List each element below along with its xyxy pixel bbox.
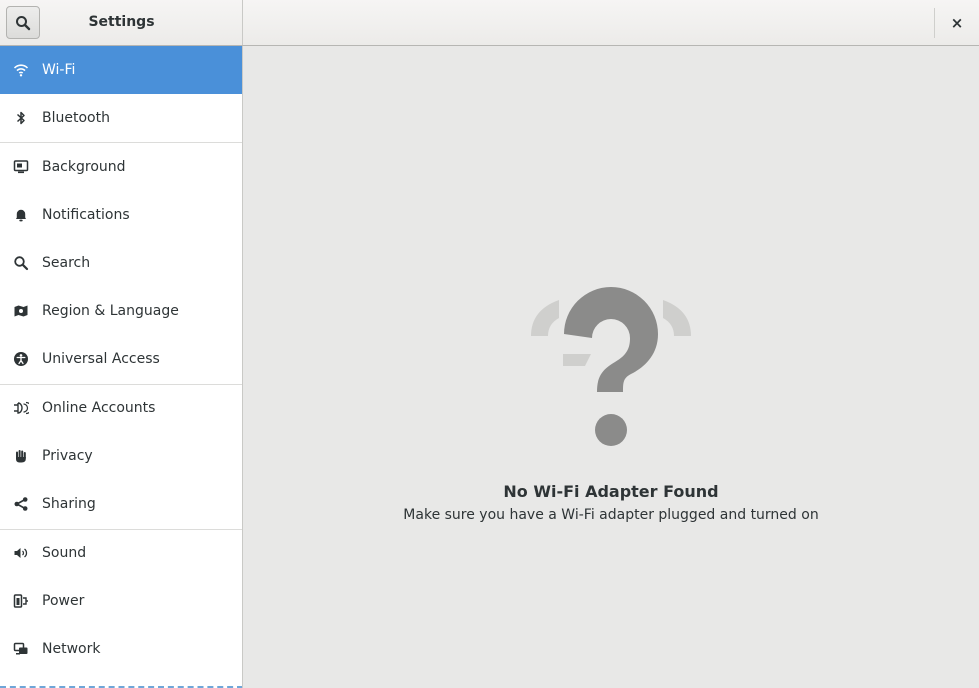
sidebar-item-label: Network [42,641,101,657]
wifi-icon [13,62,29,78]
sidebar-item-sharing[interactable]: Sharing [0,480,242,528]
empty-state-title: No Wi-Fi Adapter Found [503,482,719,501]
power-icon [13,593,29,609]
sidebar-item-label: Search [42,255,91,271]
sidebar-item-label: Notifications [42,207,130,223]
sidebar-item-label: Online Accounts [42,400,156,416]
bell-icon [13,207,29,223]
sidebar-item-label: Background [42,159,126,175]
accessibility-icon [13,351,29,367]
region-icon [13,303,29,319]
header-bar: Settings × [0,0,979,46]
sidebar-item-label: Sound [42,545,87,561]
sidebar-item-region-language[interactable]: Region & Language [0,287,242,335]
sidebar-item-universal-access[interactable]: Universal Access [0,335,242,383]
sidebar: Wi-Fi Bluetooth Background Notifications… [0,46,243,688]
wifi-question-icon [531,287,691,446]
hand-icon [13,448,29,464]
sidebar-item-label: Privacy [42,448,93,464]
sidebar-item-sound[interactable]: Sound [0,529,242,577]
sidebar-item-network[interactable]: Network [0,625,242,673]
network-icon [13,641,29,657]
main-panel: No Wi-Fi Adapter Found Make sure you hav… [243,46,979,688]
sidebar-item-bluetooth[interactable]: Bluetooth [0,94,242,142]
search-icon [13,255,29,271]
sidebar-item-label: Wi-Fi [42,62,76,78]
online-accounts-icon [13,400,29,416]
sidebar-item-privacy[interactable]: Privacy [0,432,242,480]
sidebar-item-notifications[interactable]: Notifications [0,191,242,239]
header-left: Settings [0,0,243,45]
sidebar-item-wifi[interactable]: Wi-Fi [0,46,242,94]
sidebar-item-label: Region & Language [42,303,179,319]
close-button[interactable]: × [946,12,968,34]
sidebar-item-label: Power [42,593,85,609]
sidebar-item-label: Universal Access [42,351,160,367]
sidebar-item-label: Sharing [42,496,96,512]
share-icon [13,496,29,512]
window-title: Settings [88,14,155,30]
sidebar-item-label: Bluetooth [42,110,110,126]
close-separator [934,8,935,38]
sidebar-item-background[interactable]: Background [0,143,242,191]
sidebar-item-online-accounts[interactable]: Online Accounts [0,384,242,432]
sidebar-item-power[interactable]: Power [0,577,242,625]
bluetooth-icon [13,110,29,126]
empty-state-subtitle: Make sure you have a Wi-Fi adapter plugg… [403,507,819,523]
speaker-icon [13,545,29,561]
background-icon [13,159,29,175]
sidebar-item-search[interactable]: Search [0,239,242,287]
